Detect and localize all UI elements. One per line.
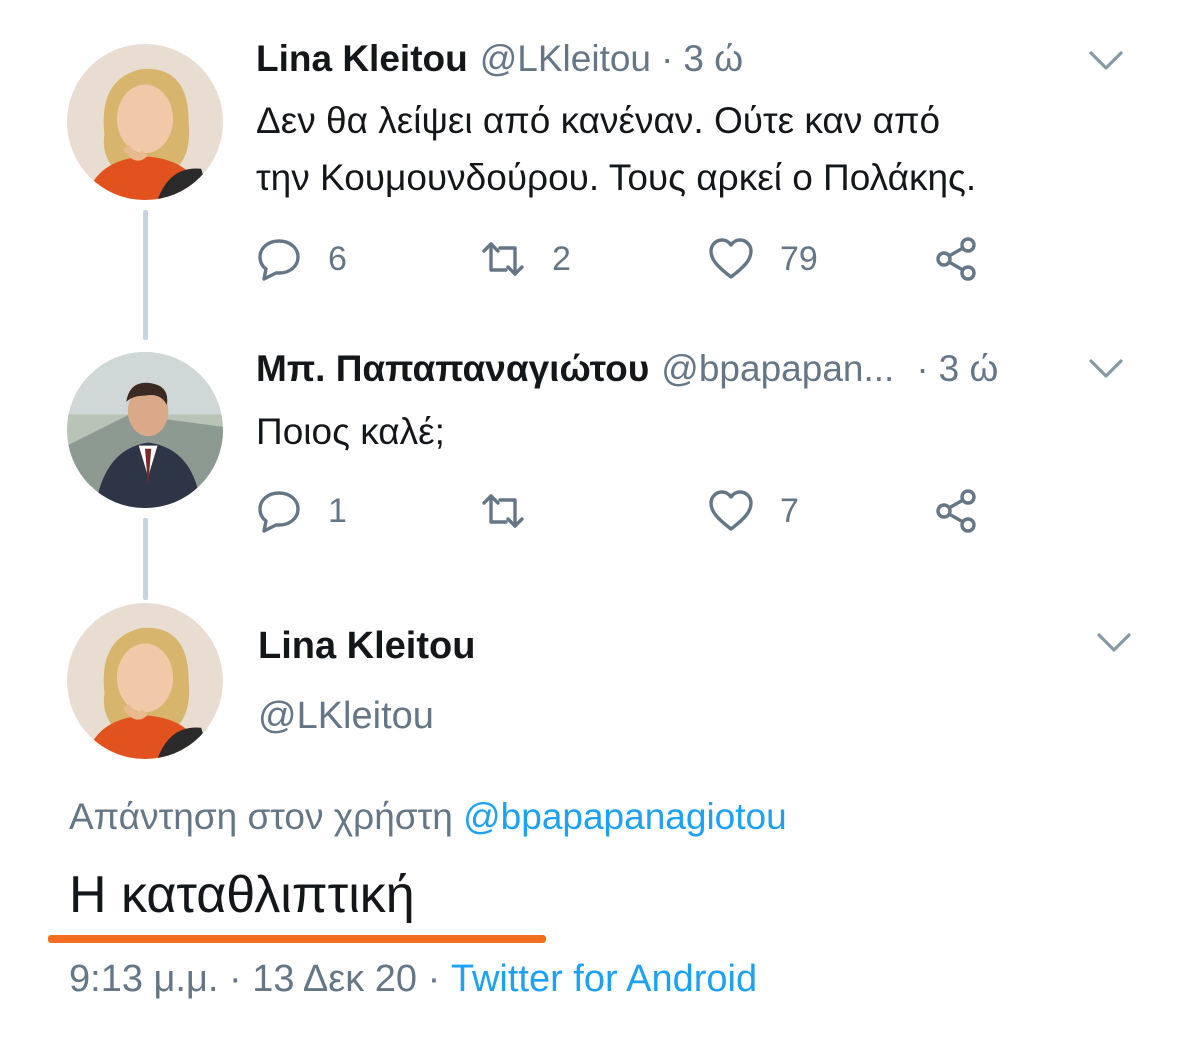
share-button[interactable]: [934, 235, 980, 283]
tweet-actions: 1 7: [256, 487, 996, 535]
reply-context: Απάντηση στον χρήστη @bpapapanagiotou: [69, 796, 787, 838]
retweet-count: 2: [552, 239, 571, 278]
reply-button[interactable]: 6: [256, 235, 347, 283]
author-handle[interactable]: @LKleitou: [480, 38, 651, 80]
tweet-actions: 6 2 79: [256, 235, 996, 283]
separator: ·: [661, 38, 674, 79]
tweet-text: Ποιος καλέ;: [256, 403, 445, 460]
author-name[interactable]: Lina Kleitou: [258, 625, 475, 668]
author-name[interactable]: Lina Kleitou: [256, 38, 468, 80]
tweet-timestamp: 9:13 μ.μ. · 13 Δεκ 20 ·: [69, 958, 451, 1000]
chevron-down-icon: [1089, 359, 1123, 378]
tweet-text-line: την Κουμουνδούρου. Τους αρκεί ο Πολάκης.: [256, 157, 977, 198]
retweet-button[interactable]: 2: [480, 235, 571, 283]
thread-connector: [143, 210, 148, 340]
retweet-button[interactable]: [480, 487, 552, 535]
tweet-source-link[interactable]: Twitter for Android: [451, 958, 757, 1000]
avatar-woman-icon: [67, 603, 223, 759]
tweet-menu-button[interactable]: [1088, 50, 1124, 72]
focused-tweet-text: Η καταθλιπτική: [69, 866, 415, 924]
like-button[interactable]: 79: [708, 235, 818, 283]
like-count: 79: [780, 239, 818, 278]
reply-icon: [258, 239, 300, 281]
tweet-time[interactable]: 3 ώ: [683, 38, 743, 80]
reply-prefix: Απάντηση στον χρήστη: [69, 796, 453, 837]
like-count: 7: [780, 491, 799, 530]
author-name[interactable]: Μπ. Παπαπαναγιώτου: [256, 348, 649, 390]
share-icon: [936, 489, 976, 533]
thread-connector: [143, 518, 148, 600]
share-icon: [936, 237, 976, 281]
avatar[interactable]: [67, 603, 223, 759]
heart-icon: [709, 238, 753, 279]
tweet-metadata: 9:13 μ.μ. · 13 Δεκ 20 · Twitter for Andr…: [69, 958, 757, 1001]
highlight-underline: [48, 935, 546, 943]
tweet-time[interactable]: 3 ώ: [939, 348, 999, 390]
tweet-header: Lina Kleitou @LKleitou · 3 ώ: [256, 38, 743, 80]
retweet-icon: [482, 242, 524, 276]
separator: ·: [916, 348, 929, 389]
avatar-woman-icon: [67, 44, 223, 200]
heart-icon: [709, 490, 753, 531]
reply-icon: [258, 491, 300, 533]
share-button[interactable]: [934, 487, 980, 535]
reply-count: 1: [328, 491, 347, 530]
author-handle[interactable]: @bpapapan...: [661, 348, 894, 390]
avatar[interactable]: [67, 44, 223, 200]
reply-button[interactable]: 1: [256, 487, 347, 535]
reply-mention-link[interactable]: @bpapapanagiotou: [463, 796, 787, 837]
tweet-text: Δεν θα λείψει από κανέναν. Ούτε καν από …: [256, 92, 976, 206]
author-handle[interactable]: @LKleitou: [258, 695, 434, 738]
tweet-text-line: Δεν θα λείψει από κανέναν. Ούτε καν από: [256, 100, 941, 141]
retweet-icon: [482, 494, 524, 528]
tweet-text-line: Ποιος καλέ;: [256, 411, 445, 452]
reply-count: 6: [328, 239, 347, 278]
tweet-menu-button[interactable]: [1088, 358, 1124, 380]
avatar[interactable]: [67, 352, 223, 508]
chevron-down-icon: [1089, 51, 1123, 70]
tweet-menu-button[interactable]: [1096, 632, 1132, 654]
avatar-man-icon: [67, 352, 223, 508]
chevron-down-icon: [1097, 633, 1131, 652]
like-button[interactable]: 7: [708, 487, 799, 535]
tweet-header: Μπ. Παπαπαναγιώτου @bpapapan... · 3 ώ: [256, 348, 998, 390]
